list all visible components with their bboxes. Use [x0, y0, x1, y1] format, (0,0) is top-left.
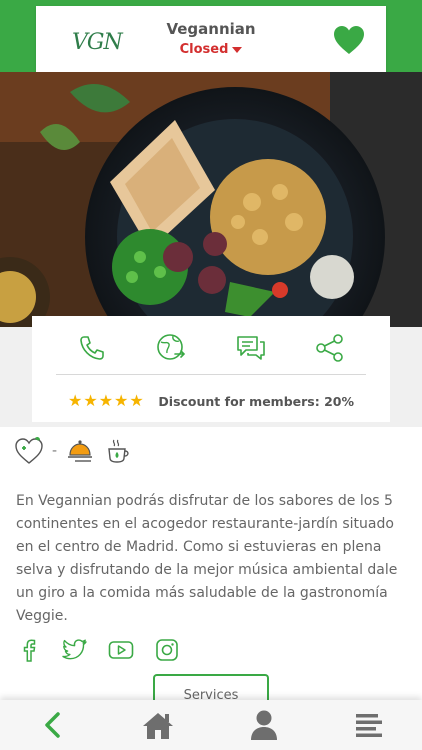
- actions-card: ★ ★ ★ ★ ★ Discount for members: 20%: [32, 316, 390, 422]
- menu-button[interactable]: [347, 703, 391, 747]
- youtube-link[interactable]: [108, 637, 134, 663]
- facebook-link[interactable]: [16, 637, 42, 663]
- description: En Vegannian podrás disfrutar de los sab…: [16, 493, 398, 624]
- instagram-icon: [156, 639, 178, 661]
- star-icon: ★: [98, 391, 114, 410]
- star-rating: ★ ★ ★ ★ ★: [68, 393, 144, 409]
- member-discount: Discount for members: 20%: [158, 394, 354, 409]
- share-button[interactable]: [310, 328, 350, 368]
- hot-drink-icon: [103, 436, 133, 466]
- twitter-icon: [62, 639, 87, 660]
- hero-image: [0, 72, 422, 327]
- call-button[interactable]: [72, 328, 112, 368]
- star-icon: ★: [83, 391, 98, 410]
- header-card: VGN Vegannian Closed: [36, 6, 386, 78]
- food-platter-icon: [65, 436, 95, 466]
- facebook-icon: [23, 639, 36, 662]
- share-icon: [316, 334, 344, 362]
- user-icon: [250, 710, 277, 740]
- action-row: [32, 324, 390, 372]
- status-label: Closed: [179, 42, 229, 57]
- favorite-button[interactable]: [332, 24, 366, 56]
- instagram-link[interactable]: [154, 637, 180, 663]
- menu-icon: [356, 714, 383, 737]
- phone-icon: [79, 336, 104, 360]
- caret-down-icon: [232, 46, 243, 53]
- star-icon: ★: [68, 391, 83, 410]
- bottom-nav: [0, 700, 422, 750]
- directions-button[interactable]: [151, 328, 191, 368]
- social-links: [16, 637, 180, 663]
- divider: [56, 374, 366, 375]
- home-icon: [143, 713, 174, 739]
- chat-bubbles-icon: [236, 336, 265, 360]
- star-icon: ★: [114, 391, 129, 410]
- star-icon: ★: [129, 391, 144, 410]
- back-button[interactable]: [31, 703, 75, 747]
- back-arrow-icon: [45, 712, 60, 738]
- reviews-button[interactable]: [231, 328, 271, 368]
- youtube-icon: [108, 641, 134, 659]
- food-tags: -: [14, 436, 133, 466]
- home-button[interactable]: [136, 703, 180, 747]
- profile-button[interactable]: [242, 703, 286, 747]
- vegan-heart-icon: [14, 436, 44, 466]
- twitter-link[interactable]: [62, 637, 88, 663]
- tag-separator: -: [52, 443, 58, 459]
- heart-icon: [334, 26, 364, 54]
- globe-arrow-icon: [157, 334, 186, 360]
